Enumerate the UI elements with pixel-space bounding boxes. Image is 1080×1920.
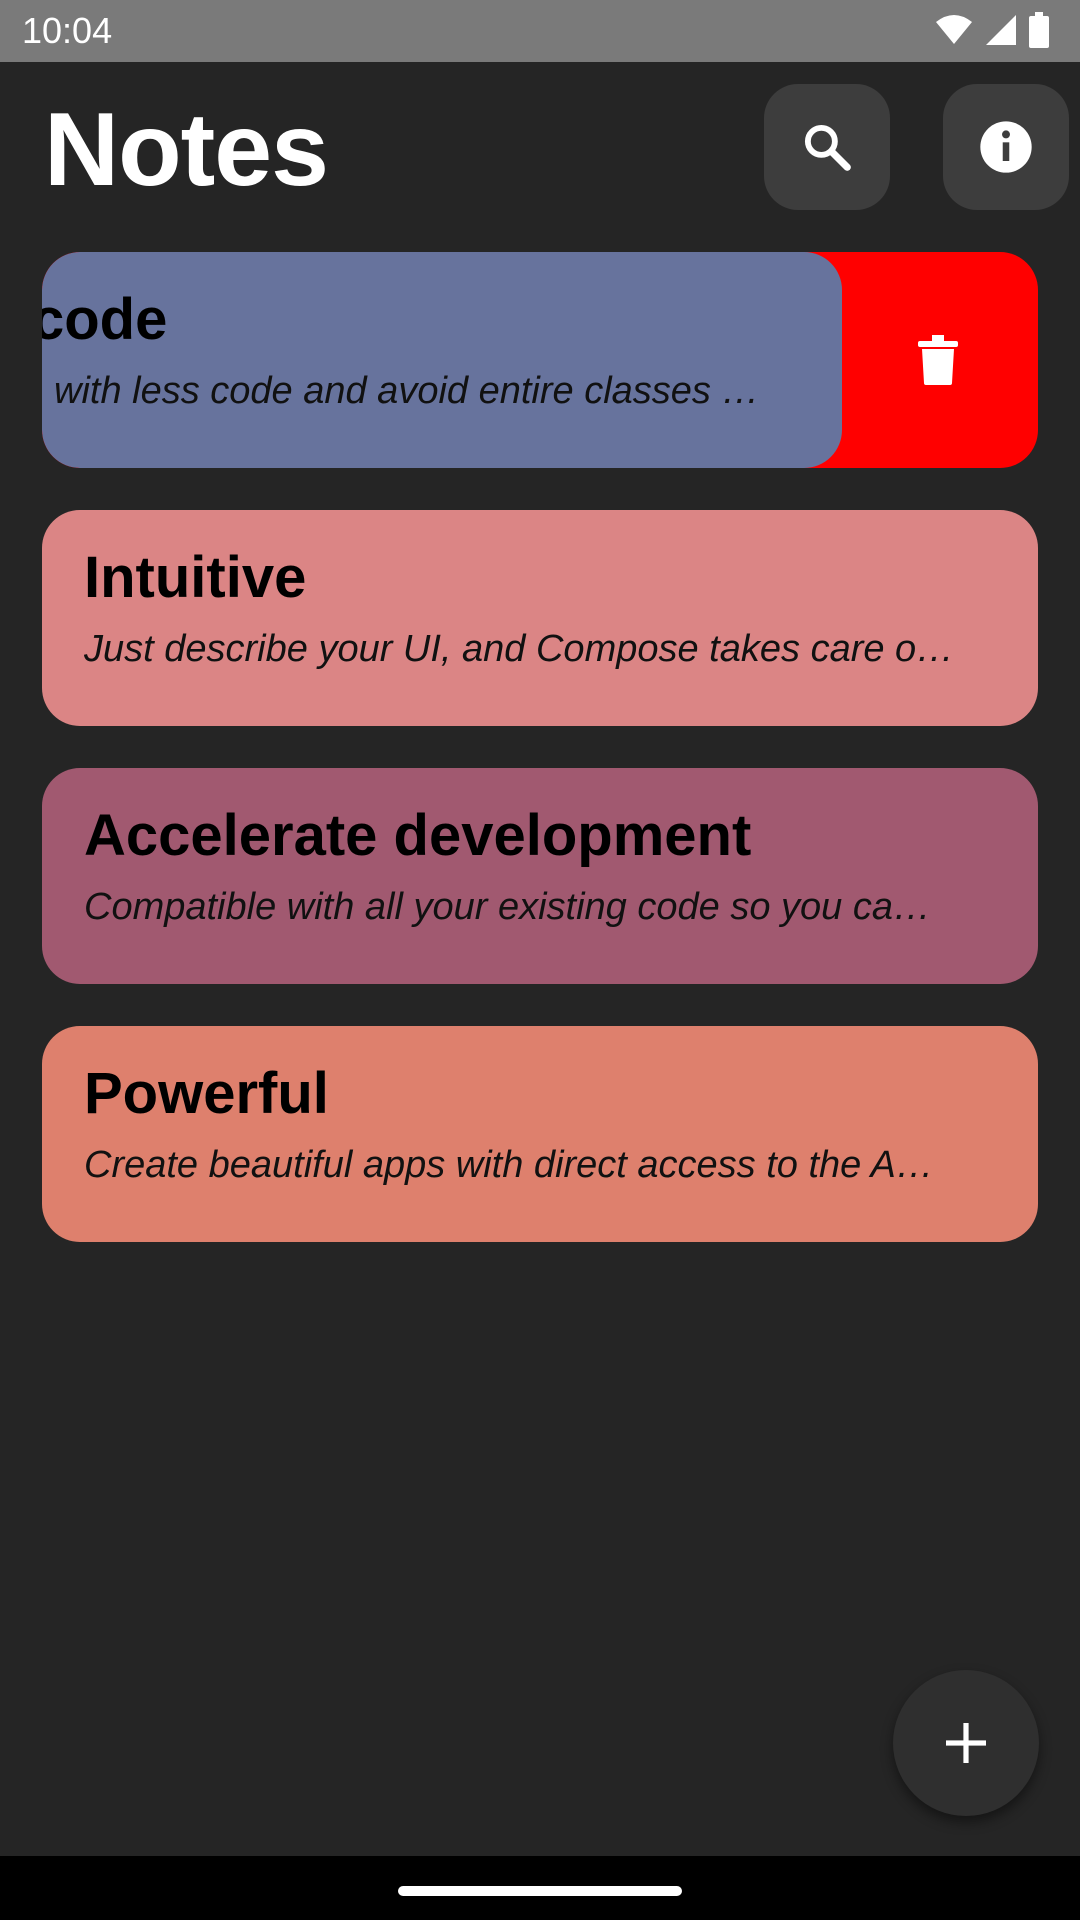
note-body: Just describe your UI, and Compose takes… [84,628,955,670]
add-note-button[interactable] [893,1670,1039,1816]
battery-icon [1029,12,1049,48]
search-icon [804,124,851,171]
wifi-icon [936,15,972,44]
delete-note-button[interactable] [838,252,1038,468]
note-card[interactable]: code with less code and avoid entire cla… [42,252,842,468]
cellular-signal-icon [986,15,1016,45]
note-card[interactable]: Powerful Create beautiful apps with dire… [42,1026,1038,1242]
note-body: with less code and avoid entire classes … [54,370,760,412]
note-swipe-container[interactable]: code with less code and avoid entire cla… [42,252,1038,468]
trash-icon [918,335,958,385]
info-button[interactable] [943,84,1069,210]
note-body: Compatible with all your existing code s… [84,886,931,928]
status-time: 10:04 [22,10,113,51]
note-card[interactable]: Accelerate development Compatible with a… [42,768,1038,984]
note-title: code [42,287,168,352]
note-title: Intuitive [84,545,307,610]
plus-icon [946,1723,986,1763]
page-title: Notes [44,92,329,208]
status-icons [934,12,1050,48]
navigation-bar [0,1856,1080,1920]
note-body: Create beautiful apps with direct access… [84,1144,934,1186]
note-title: Accelerate development [84,803,752,868]
search-button[interactable] [764,84,890,210]
home-gesture-handle[interactable] [398,1886,682,1896]
note-card[interactable]: Intuitive Just describe your UI, and Com… [42,510,1038,726]
note-title: Powerful [84,1061,329,1126]
status-bar: 10:04 [0,0,1080,62]
info-icon [980,121,1032,173]
